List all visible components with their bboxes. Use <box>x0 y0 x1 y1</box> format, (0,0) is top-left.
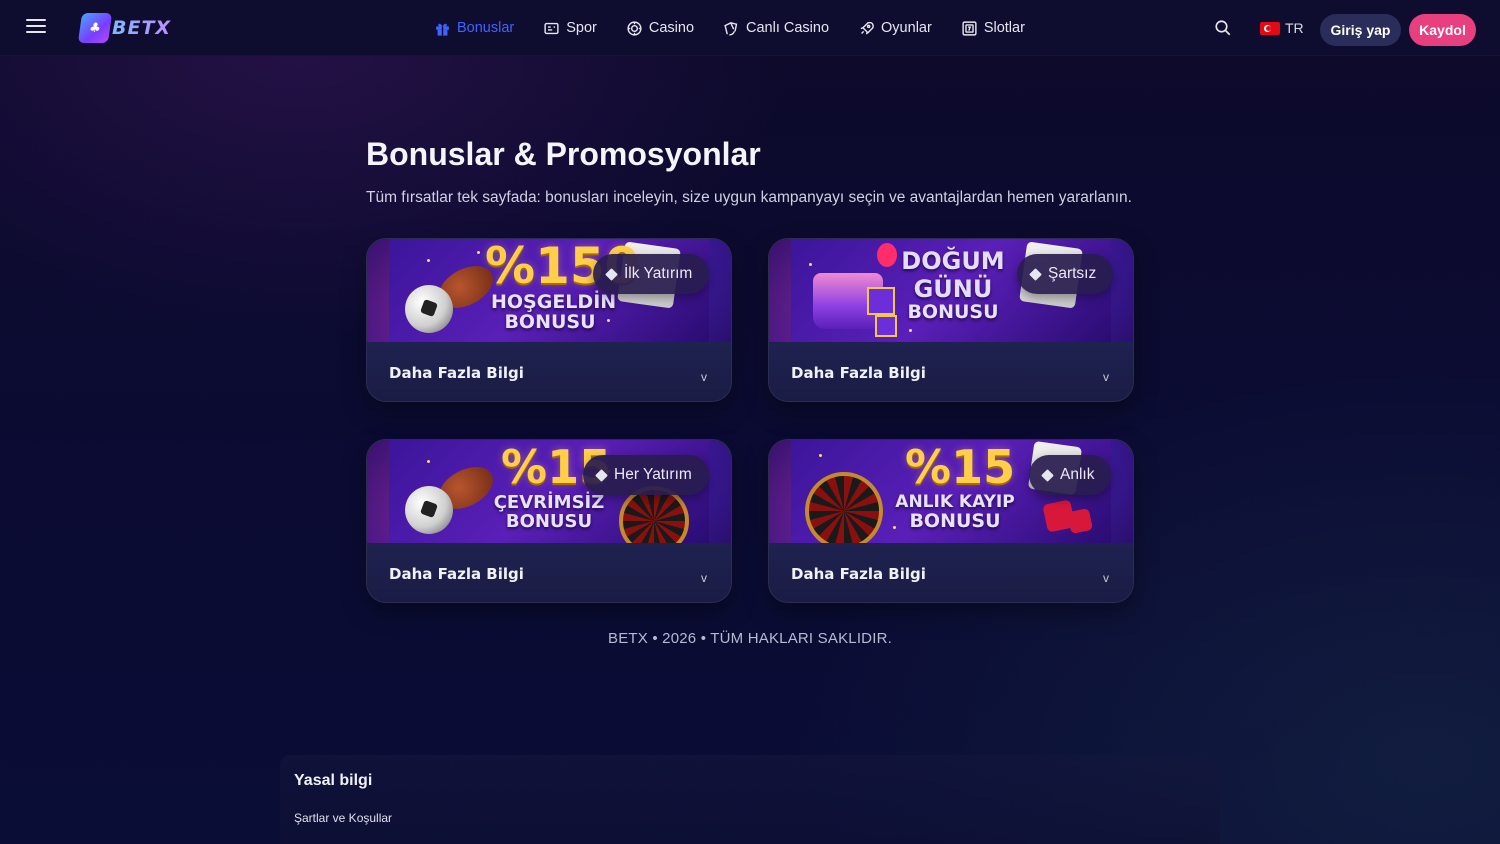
bonus-tag: Her Yatırım <box>583 455 709 495</box>
bonus-tag: İlk Yatırım <box>593 254 710 294</box>
rocket-icon <box>860 21 874 34</box>
banner-headline: DOĞUM <box>901 247 1005 275</box>
more-info-toggle[interactable]: Daha Fazla Bilgi v <box>769 342 1133 401</box>
bonus-banner-image: %15 ANLIK KAYIP BONUSU Anlık <box>769 440 1133 543</box>
bonus-banner-image: DOĞUM GÜNÜ BONUSU Şartsız <box>769 239 1133 342</box>
ticket-icon <box>544 22 559 34</box>
gift-icon <box>436 23 449 36</box>
banner-subtitle: GÜNÜ <box>913 275 993 303</box>
login-button[interactable]: Giriş yap <box>1320 14 1401 46</box>
roulette-wheel-image <box>805 472 883 543</box>
nav-label: Canlı Casino <box>746 20 830 36</box>
copyright-text: BETX • 2026 • TÜM HAKLARI SAKLIDIR. <box>608 630 892 647</box>
nav-item-canli-casino[interactable]: Canlı Casino <box>723 20 829 37</box>
chevron-down-icon: v <box>701 570 707 585</box>
chip-icon <box>627 20 642 36</box>
soccer-ball-image <box>405 285 453 333</box>
bonus-banner-image: %150 HOŞGELDİN BONUSU İlk Yatırım <box>367 239 731 342</box>
diamond-icon <box>1029 267 1042 281</box>
more-info-label: Daha Fazla Bilgi <box>791 363 926 382</box>
bonus-tag: Şartsız <box>1017 254 1114 294</box>
cards-hand-icon <box>724 21 738 36</box>
diamond-icon <box>1041 468 1054 482</box>
terms-link[interactable]: Şartlar ve Koşullar <box>294 811 392 825</box>
nav-label: Spor <box>566 20 597 36</box>
banner-subtitle-2: BONUSU <box>907 301 999 323</box>
bonus-card: %15 ÇEVRİMSİZ BONUSU Her Yatırım Daha Faz… <box>366 439 732 603</box>
top-navbar: ♣ BETX Bonuslar Spor Casino Canlı Casino… <box>0 0 1500 56</box>
page-title: Bonuslar & Promosyonlar <box>366 136 761 172</box>
more-info-toggle[interactable]: Daha Fazla Bilgi v <box>769 543 1133 602</box>
slot-icon <box>962 20 977 36</box>
bonus-card: %15 ANLIK KAYIP BONUSU Anlık Daha Fazla B… <box>768 439 1134 603</box>
more-info-label: Daha Fazla Bilgi <box>389 564 524 583</box>
soccer-ball-image <box>405 486 453 534</box>
banner-subtitle: HOŞGELDİN BONUSU <box>491 291 617 333</box>
nav-item-casino[interactable]: Casino <box>626 20 694 37</box>
banner-subtitle: ANLIK KAYIP BONUSU <box>895 492 1015 532</box>
banner-headline: %15 <box>905 440 1016 494</box>
hamburger-menu-icon[interactable] <box>26 19 46 37</box>
language-selector[interactable]: TR <box>1260 20 1304 36</box>
diamond-icon <box>605 267 618 281</box>
bonus-card: %150 HOŞGELDİN BONUSU İlk Yatırım Daha Fa… <box>366 238 732 402</box>
language-code: TR <box>1285 20 1304 36</box>
site-logo[interactable]: ♣ BETX <box>77 12 172 44</box>
register-button[interactable]: Kaydol <box>1409 14 1476 46</box>
logo-mark-icon: ♣ <box>77 13 113 43</box>
nav-item-oyunlar[interactable]: Oyunlar <box>858 20 932 37</box>
nav-label: Casino <box>648 20 695 36</box>
turkey-flag-icon <box>1260 21 1280 35</box>
nav-label: Bonuslar <box>457 20 515 36</box>
more-info-toggle[interactable]: Daha Fazla Bilgi v <box>367 543 731 602</box>
chevron-down-icon: v <box>701 369 707 384</box>
main-nav: Bonuslar Spor Casino Canlı Casino Oyunla… <box>434 0 1054 56</box>
nav-item-bonuslar[interactable]: Bonuslar <box>434 20 514 37</box>
page-subtitle: Tüm fırsatlar tek sayfada: bonusları inc… <box>366 189 1132 206</box>
bonus-banner-image: %15 ÇEVRİMSİZ BONUSU Her Yatırım <box>367 440 731 543</box>
gift-box-image <box>867 287 895 315</box>
logo-text: BETX <box>112 17 172 39</box>
legal-title: Yasal bilgi <box>294 772 373 789</box>
nav-label: Slotlar <box>983 20 1025 36</box>
bonus-tag: Anlık <box>1029 455 1112 495</box>
more-info-label: Daha Fazla Bilgi <box>791 564 926 583</box>
more-info-label: Daha Fazla Bilgi <box>389 363 524 382</box>
more-info-toggle[interactable]: Daha Fazla Bilgi v <box>367 342 731 401</box>
nav-item-slotlar[interactable]: Slotlar <box>961 20 1025 37</box>
diamond-icon <box>595 468 608 482</box>
chevron-down-icon: v <box>1103 570 1109 585</box>
banner-subtitle: ÇEVRİMSİZ BONUSU <box>493 492 605 532</box>
nav-item-spor[interactable]: Spor <box>543 20 597 37</box>
chevron-down-icon: v <box>1103 369 1109 384</box>
search-icon[interactable] <box>1214 19 1232 37</box>
bonus-card: DOĞUM GÜNÜ BONUSU Şartsız Daha Fazla Bil… <box>768 238 1134 402</box>
legal-info-section: Yasal bilgi Şartlar ve Koşullar <box>280 755 1220 844</box>
nav-label: Oyunlar <box>881 20 932 36</box>
